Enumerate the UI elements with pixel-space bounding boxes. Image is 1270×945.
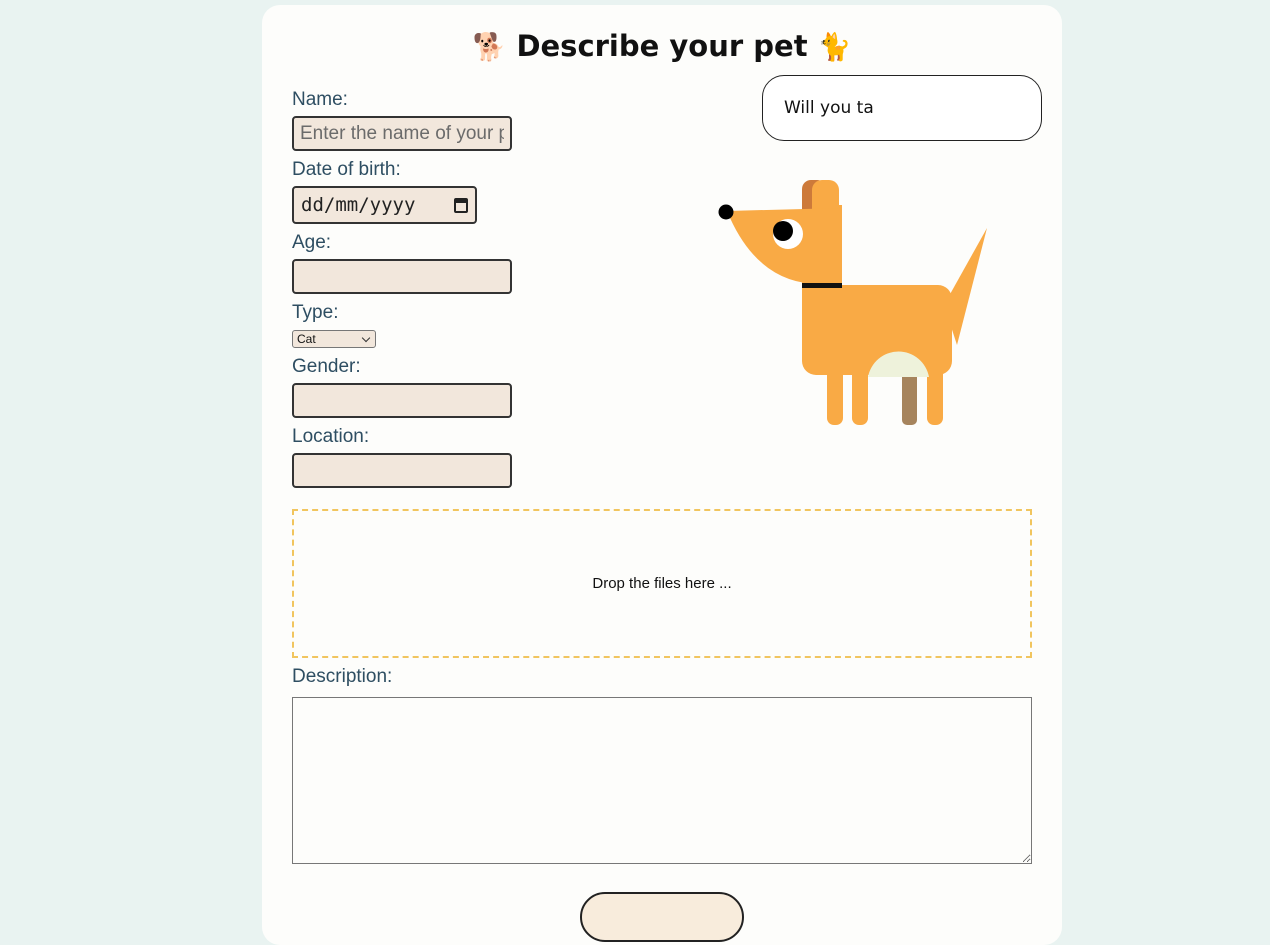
page-title: 🐕 Describe your pet 🐈 — [262, 27, 1062, 67]
file-dropzone[interactable]: Drop the files here ... — [292, 509, 1032, 658]
speech-bubble-text: Will you ta — [784, 98, 874, 118]
location-input[interactable] — [292, 453, 512, 488]
page-title-text: Describe your pet — [516, 29, 808, 63]
gender-label: Gender: — [292, 356, 361, 377]
pet-form-card: 🐕 Describe your pet 🐈 Name: Date of birt… — [262, 5, 1062, 945]
dog-illustration — [718, 180, 987, 425]
location-label: Location: — [292, 426, 370, 447]
dog-nose — [718, 204, 734, 220]
dog-eye-pupil — [773, 221, 793, 241]
dob-label: Date of birth: — [292, 159, 401, 180]
gender-input[interactable] — [292, 383, 512, 418]
submit-button[interactable] — [580, 892, 744, 942]
dog-collar — [802, 283, 842, 288]
calendar-icon[interactable] — [454, 197, 468, 213]
name-label: Name: — [292, 89, 348, 110]
chevron-down-icon — [361, 333, 371, 342]
speech-bubble: Will you ta — [762, 75, 1042, 141]
name-input[interactable] — [292, 116, 512, 151]
dog-emoji-icon: 🐕 — [472, 32, 507, 63]
dob-placeholder: dd/mm/yyyy — [301, 194, 416, 216]
age-input[interactable] — [292, 259, 512, 294]
type-label: Type: — [292, 302, 339, 323]
dropzone-text: Drop the files here ... — [592, 575, 732, 592]
age-label: Age: — [292, 232, 332, 253]
type-select[interactable]: Cat — [292, 330, 376, 348]
cat-emoji-icon: 🐈 — [817, 32, 852, 63]
type-select-value: Cat — [297, 332, 316, 346]
dob-input[interactable]: dd/mm/yyyy — [292, 186, 477, 224]
description-textarea[interactable] — [292, 697, 1032, 864]
description-label: Description: — [292, 666, 393, 687]
